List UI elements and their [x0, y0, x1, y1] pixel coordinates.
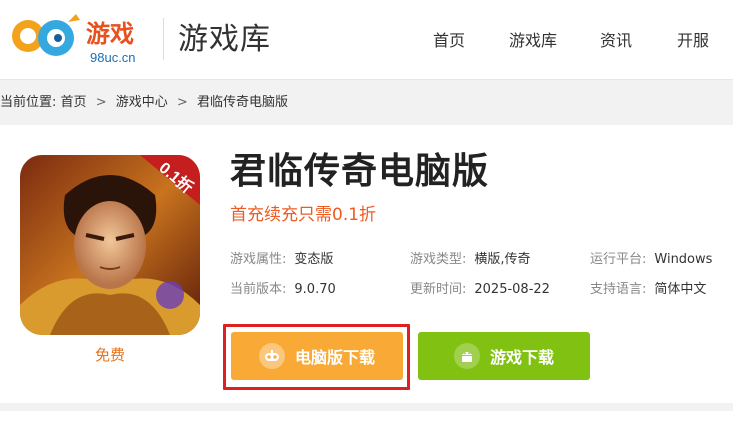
- breadcrumb-current: 君临传奇电脑版: [196, 95, 288, 110]
- nav-item-games[interactable]: 游戏库: [509, 28, 557, 54]
- breadcrumb-separator: >: [176, 95, 188, 110]
- header-divider: [163, 18, 164, 60]
- site-header: 游戏 98uc.cn 游戏库 首页 游戏库 资讯 开服: [0, 0, 733, 80]
- attr-language: 支持语言: 简体中文: [590, 280, 706, 300]
- game-download-label: 游戏下载: [489, 348, 554, 367]
- attr-value: Windows: [654, 252, 713, 267]
- attr-game-property: 游戏属性: 变态版: [230, 250, 333, 270]
- attr-key: 游戏属性:: [230, 252, 287, 267]
- breadcrumb-prefix: 当前位置:: [0, 95, 57, 110]
- android-icon: [453, 343, 480, 369]
- attr-key: 当前版本:: [230, 282, 287, 297]
- attr-value: 9.0.70: [294, 282, 336, 297]
- logo-sub-text: 98uc.cn: [90, 50, 136, 65]
- breadcrumb-separator: >: [95, 95, 107, 110]
- attr-key: 支持语言:: [590, 282, 647, 297]
- game-download-button[interactable]: 游戏下载: [418, 332, 590, 380]
- site-logo[interactable]: 游戏 98uc.cn: [10, 8, 150, 70]
- attribute-row: 游戏属性: 变态版 游戏类型: 横版,传奇 运行平台: Windows: [230, 250, 730, 270]
- attr-update-time: 更新时间: 2025-08-22: [410, 280, 550, 300]
- page-section-title: 游戏库: [178, 22, 271, 57]
- attr-platform: 运行平台: Windows: [590, 250, 712, 270]
- nav-item-home[interactable]: 首页: [433, 28, 465, 54]
- game-icon-art: 0.1折: [20, 155, 200, 335]
- attr-game-type: 游戏类型: 横版,传奇: [410, 250, 531, 270]
- attr-key: 游戏类型:: [410, 252, 467, 267]
- attr-value: 横版,传奇: [474, 252, 531, 267]
- game-icon[interactable]: 0.1折: [20, 155, 200, 335]
- next-section: [0, 411, 733, 441]
- logo-graphic: 游戏 98uc.cn: [12, 14, 136, 65]
- breadcrumb: 当前位置: 首页 > 游戏中心 > 君临传奇电脑版: [0, 93, 288, 113]
- price-label: 免费: [94, 346, 125, 364]
- nav-item-news[interactable]: 资讯: [600, 28, 632, 54]
- gamepad-icon: [258, 343, 285, 369]
- breadcrumb-game-center[interactable]: 游戏中心: [116, 95, 168, 110]
- pc-download-button[interactable]: 电脑版下载: [231, 332, 403, 380]
- attr-value: 简体中文: [654, 282, 707, 297]
- promo-text: 首充续充只需0.1折: [230, 205, 377, 225]
- game-title: 君临传奇电脑版: [230, 151, 490, 192]
- breadcrumb-home[interactable]: 首页: [61, 95, 87, 110]
- game-detail-card: 0.1折 免费 君临传奇电脑版 首充续充只需0.1折 游戏属性: 变态版 游戏类型…: [0, 125, 733, 403]
- attr-version: 当前版本: 9.0.70: [230, 280, 336, 300]
- attr-value: 2025-08-22: [474, 282, 550, 297]
- attr-key: 运行平台:: [590, 252, 647, 267]
- logo-brand-text: 游戏: [86, 20, 134, 48]
- pc-download-label: 电脑版下载: [294, 348, 375, 367]
- attr-value: 变态版: [294, 252, 334, 267]
- attr-key: 更新时间:: [410, 282, 467, 297]
- attribute-row: 当前版本: 9.0.70 更新时间: 2025-08-22 支持语言: 简体中文: [230, 280, 730, 300]
- nav-item-servers[interactable]: 开服: [677, 28, 709, 54]
